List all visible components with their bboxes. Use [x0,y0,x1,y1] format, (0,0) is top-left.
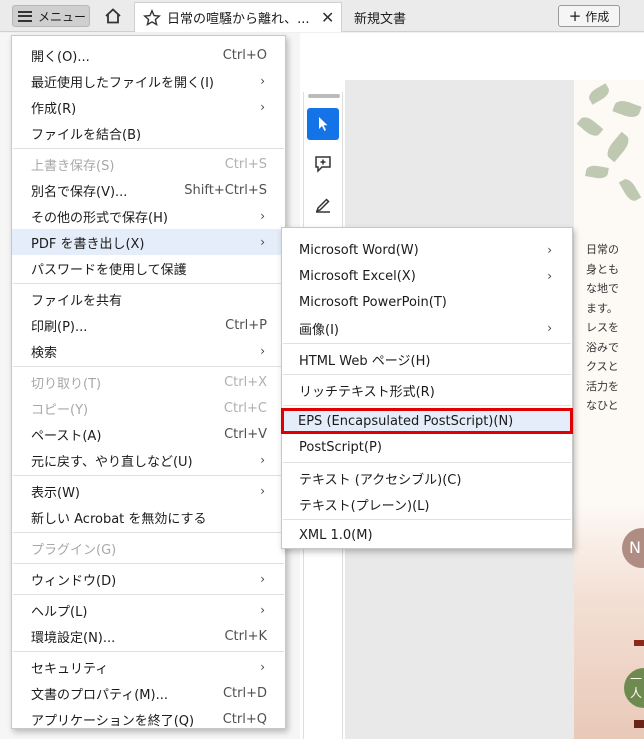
menu-separator [283,519,571,520]
comment-plus-icon [315,156,331,173]
create-button-label: 作成 [585,9,610,24]
menu-separator [13,594,284,595]
add-comment-button[interactable] [307,148,339,180]
menu-item-save-as[interactable]: 別名で保存(V)... Shift+Ctrl+S [12,177,285,203]
tab-document[interactable]: 日常の喧騒から離れ、... ✕ [134,2,342,32]
chevron-right-icon: › [260,344,265,358]
chevron-right-icon: › [547,269,552,283]
menu-item-plugins: プラグイン(G) [31,542,117,558]
menu-item-exit-application[interactable]: アプリケーションを終了(Q) Ctrl+Q [12,706,285,732]
chevron-right-icon: › [260,572,265,586]
toolbar-grip[interactable] [308,94,340,98]
menu-separator [13,651,284,652]
menu-button[interactable]: メニュー [12,5,90,27]
chevron-right-icon: › [260,74,265,88]
menu-separator [283,374,571,375]
menu-item-open-recent[interactable]: 最近使用したファイルを開く(I) › [12,68,285,94]
menu-separator [13,148,284,149]
export-item-postscript[interactable]: PostScript(P) [282,434,572,460]
menu-item-paste[interactable]: ペースト(A) Ctrl+V [12,421,285,447]
export-item-rtf[interactable]: リッチテキスト形式(R) [282,377,572,403]
tab-new-document[interactable]: 新規文書 [354,8,406,27]
chevron-right-icon: › [260,603,265,617]
menu-separator [13,475,284,476]
hamburger-icon [18,10,32,22]
export-item-text-accessible[interactable]: テキスト (アクセシブル)(C) [282,465,572,491]
select-tool-button[interactable] [307,108,339,140]
menu-item-combine-files[interactable]: ファイルを結合(B) [12,120,285,146]
menu-item-window[interactable]: ウィンドウ(D) › [12,566,285,592]
document-page-preview: 日常の 身とも な地で ます。 レスを 浴みで クスと 活力を なひと N 一 … [574,80,644,739]
plus-icon: + [568,7,582,25]
menu-item-disable-new-acrobat[interactable]: 新しい Acrobat を無効にする [12,504,285,530]
tab-title: 日常の喧騒から離れ、... [167,12,310,27]
main-menu: 開く(O)... Ctrl+O 最近使用したファイルを開く(I) › 作成(R) › … [11,35,286,729]
menu-item-help[interactable]: ヘルプ(L) › [12,597,285,623]
chevron-right-icon: › [547,321,552,335]
chevron-right-icon: › [260,453,265,467]
chevron-right-icon: › [260,235,265,249]
menu-item-create[interactable]: 作成(R) › [12,94,285,120]
menu-button-label: メニュー [38,9,87,24]
menu-item-protect-password[interactable]: パスワードを使用して保護 [12,255,285,281]
menu-item-search[interactable]: 検索 › [12,338,285,364]
chevron-right-icon: › [547,243,552,257]
cursor-icon [319,117,328,131]
export-item-excel[interactable]: Microsoft Excel(X) › [282,263,572,289]
create-button[interactable]: + 作成 [558,5,620,27]
menu-item-share-file[interactable]: ファイルを共有 [12,286,285,312]
export-item-image[interactable]: 画像(I) › [282,315,572,341]
home-icon [105,8,121,24]
chevron-right-icon: › [260,660,265,674]
menu-separator [13,366,284,367]
export-item-eps[interactable]: EPS (Encapsulated PostScript)(N) [281,408,573,434]
tab-bar: メニュー 日常の喧騒から離れ、... ✕ 新規文書 + 作成 [0,0,644,32]
chevron-right-icon: › [260,209,265,223]
menu-item-save-as-other[interactable]: その他の形式で保存(H) › [12,203,285,229]
menu-separator [283,462,571,463]
menu-item-security[interactable]: セキュリティ › [12,654,285,680]
menu-item-export-pdf[interactable]: PDF を書き出し(X) › [12,229,285,255]
page-body-text: 日常の 身とも な地で ます。 レスを 浴みで クスと 活力を なひと [586,243,619,412]
chevron-right-icon: › [260,484,265,498]
menu-separator [283,405,571,406]
menu-separator [13,563,284,564]
menu-item-document-properties[interactable]: 文書のプロパティ(M)... Ctrl+D [12,680,285,706]
export-item-text-plain[interactable]: テキスト(プレーン)(L) [282,491,572,517]
menu-item-view[interactable]: 表示(W) › [12,478,285,504]
menu-item-open[interactable]: 開く(O)... Ctrl+O [12,42,285,68]
menu-separator [13,532,284,533]
export-item-powerpoint[interactable]: Microsoft PowerPoin(T) [282,289,572,315]
menu-item-print[interactable]: 印刷(P)... Ctrl+P [12,312,285,338]
export-pdf-submenu: Microsoft Word(W) › Microsoft Excel(X) › M… [281,227,573,549]
pen-icon [315,198,330,213]
export-item-html[interactable]: HTML Web ページ(H) [282,346,572,372]
menu-item-preferences[interactable]: 環境設定(N)... Ctrl+K [12,623,285,649]
export-item-word[interactable]: Microsoft Word(W) › [282,237,572,263]
menu-item-save: 上書き保存(S) Ctrl+S [31,156,267,174]
close-icon[interactable]: ✕ [321,8,334,27]
export-item-xml[interactable]: XML 1.0(M) [282,522,572,548]
star-icon[interactable] [143,8,161,27]
chevron-right-icon: › [260,100,265,114]
menu-separator [283,343,571,344]
menu-item-undo-redo[interactable]: 元に戻す、やり直しなど(U) › [12,447,285,473]
home-button[interactable] [100,4,126,28]
menu-separator [13,283,284,284]
draw-tool-button[interactable] [307,187,339,219]
menu-item-cut: 切り取り(T) Ctrl+X [31,374,267,392]
menu-item-copy: コピー(Y) Ctrl+C [31,400,267,418]
